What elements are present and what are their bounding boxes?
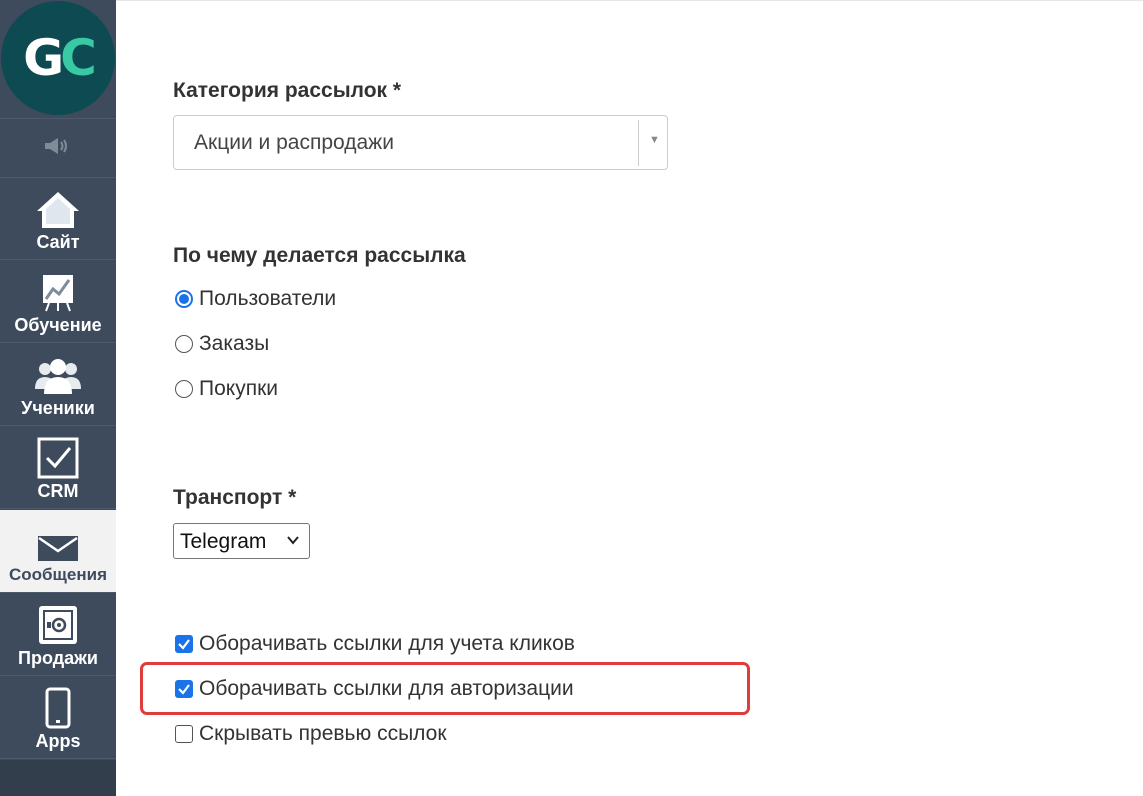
sidebar-item-students[interactable]: Ученики — [0, 343, 116, 426]
transport-label: Транспорт * — [173, 486, 297, 509]
top-divider — [116, 0, 1143, 1]
sidebar-footer — [0, 760, 116, 796]
category-select-value: Акции и распродажи — [194, 131, 394, 154]
logo-letter-c: C — [60, 29, 97, 87]
checkbox-label: Оборачивать ссылки для учета кликов — [199, 632, 575, 655]
sidebar-item-label: Обучение — [14, 315, 102, 335]
transport-select-value: Telegram — [180, 530, 267, 553]
envelope-icon — [37, 519, 79, 563]
checkbox-hide-preview[interactable] — [175, 725, 193, 743]
category-select-divider — [638, 120, 639, 166]
sidebar-item-sales[interactable]: Продажи — [0, 593, 116, 676]
speaker-icon — [43, 136, 73, 161]
checkbox-row-hide-preview[interactable]: Скрывать превью ссылок — [173, 721, 447, 747]
radio-purchases[interactable] — [175, 380, 193, 398]
chevron-down-icon — [286, 533, 300, 552]
sidebar-item-crm[interactable]: CRM — [0, 426, 116, 509]
basis-option-orders[interactable]: Заказы — [173, 331, 269, 357]
category-label: Категория рассылок * — [173, 79, 402, 102]
highlight-annotation — [140, 662, 750, 715]
sidebar-item-label: CRM — [37, 481, 79, 501]
sidebar-item-label: Сообщения — [9, 565, 107, 584]
logo-circle: GC — [1, 1, 115, 115]
transport-select[interactable]: Telegram — [173, 523, 310, 559]
sidebar-item-learning[interactable]: Обучение — [0, 260, 116, 343]
basis-option-purchases[interactable]: Покупки — [173, 376, 278, 402]
checkbox-track-clicks[interactable] — [175, 635, 193, 653]
checkbox-icon — [37, 435, 79, 479]
sidebar-item-label: Продажи — [18, 648, 98, 668]
chart-board-icon — [41, 269, 75, 313]
radio-label: Пользователи — [199, 287, 337, 310]
sidebar-item-apps[interactable]: Apps — [0, 676, 116, 759]
safe-icon — [37, 602, 79, 646]
basis-option-users[interactable]: Пользователи — [173, 286, 336, 312]
logo-letter-g: G — [23, 29, 64, 87]
caret-down-icon[interactable]: ▼ — [649, 134, 660, 146]
radio-label: Заказы — [199, 332, 270, 355]
radio-orders[interactable] — [175, 335, 193, 353]
sidebar-item-label: Apps — [35, 731, 81, 751]
home-icon — [35, 186, 81, 230]
sidebar-item-label: Сайт — [36, 232, 80, 252]
radio-users[interactable] — [175, 290, 193, 308]
sidebar: GC Сайт Обучение Ученики CRM Сообщения П… — [0, 0, 116, 796]
checkbox-label: Скрывать превью ссылок — [199, 722, 447, 745]
basis-label: По чему делается рассылка — [173, 244, 466, 267]
category-select[interactable]: Акции и распродажи ▼ — [173, 115, 668, 170]
sidebar-item-label: Ученики — [21, 398, 95, 418]
notifications-button[interactable] — [0, 118, 116, 178]
checkbox-row-track-clicks[interactable]: Оборачивать ссылки для учета кликов — [173, 631, 575, 657]
phone-icon — [45, 685, 71, 729]
radio-label: Покупки — [199, 377, 278, 400]
sidebar-item-messages[interactable]: Сообщения — [0, 510, 116, 593]
sidebar-item-site[interactable]: Сайт — [0, 177, 116, 260]
logo[interactable]: GC — [0, 0, 116, 116]
users-icon — [33, 352, 83, 396]
